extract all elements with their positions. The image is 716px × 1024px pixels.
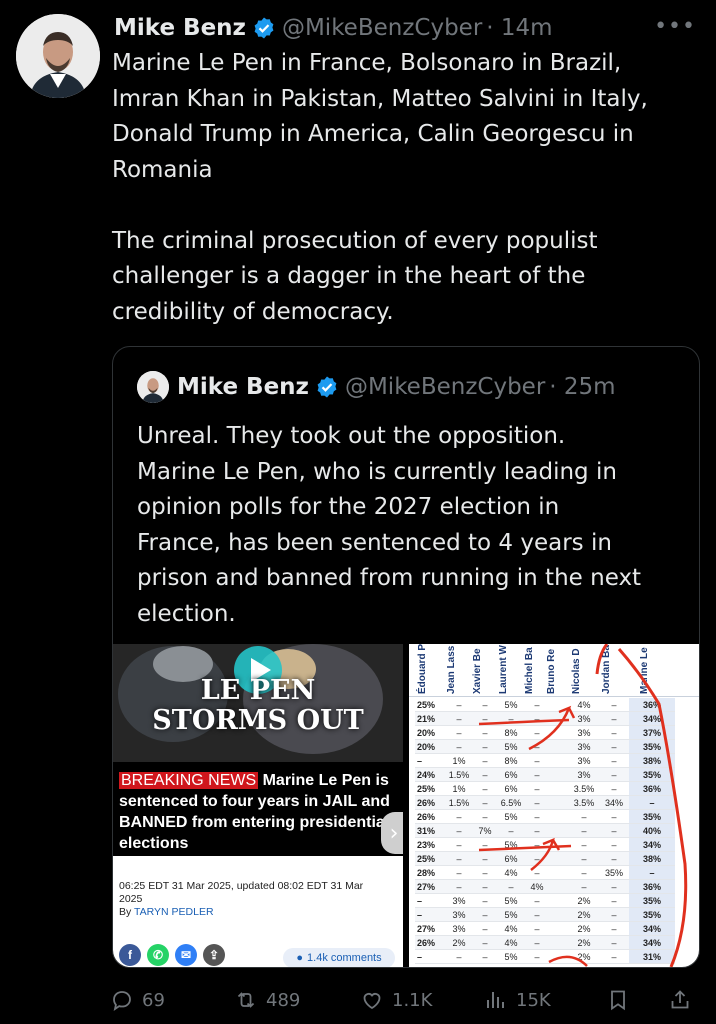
tweet-header: Mike Benz @MikeBenzCyber · 14m (114, 12, 553, 44)
repost-icon (237, 992, 255, 1008)
quoted-text: Unreal. They took out the opposition. Ma… (137, 423, 642, 627)
heart-icon (363, 993, 381, 1010)
media-poll-table[interactable]: Édouard P Jean Lass Xavier Be Laurent W Mich… (409, 644, 699, 967)
views-icon (487, 992, 504, 1008)
quoted-author-avatar (137, 371, 169, 403)
comments-label: 1.4k comments (307, 952, 382, 964)
breaking-label: BREAKING NEWS (119, 772, 259, 789)
quoted-header: Mike Benz @MikeBenzCyber · 25m (177, 369, 616, 405)
video-title: LE PEN STORMS OUT (113, 676, 403, 736)
reply-count: 69 (142, 989, 165, 1011)
author-handle[interactable]: @MikeBenzCyber (282, 15, 482, 41)
video-thumbnail[interactable]: LE PEN STORMS OUT (113, 644, 403, 762)
like-count: 1.1K (392, 989, 433, 1011)
quoted-tweet[interactable]: Mike Benz @MikeBenzCyber · 25m Unreal. T… (112, 346, 700, 968)
social-share-row: f ✆ ✉ ⇪ (119, 944, 225, 966)
facebook-icon[interactable]: f (119, 944, 141, 966)
like-button[interactable]: 1.1K (360, 982, 432, 1018)
messenger-icon[interactable]: ✉ (175, 944, 197, 966)
article-timestamp: 06:25 EDT 31 Mar 2025, updated 08:02 EDT… (119, 880, 364, 905)
quoted-handle: @MikeBenzCyber (344, 374, 546, 400)
quoted-time: · 25m (549, 374, 616, 400)
bookmark-icon (611, 990, 625, 1011)
verified-badge-icon (252, 16, 276, 40)
breaking-headline: BREAKING NEWS Marine Le Pen is sentenced… (119, 770, 401, 854)
share-button[interactable] (668, 982, 700, 1018)
tweet-actions: 69 489 1.1K 15K (110, 982, 706, 1018)
video-title-line1: LE PEN (200, 675, 316, 706)
article-meta: 06:25 EDT 31 Mar 2025, updated 08:02 EDT… (119, 880, 389, 919)
byline-prefix: By (119, 906, 134, 918)
reply-icon (113, 991, 131, 1012)
next-chevron-icon[interactable]: › (381, 812, 403, 854)
share-icon (671, 990, 689, 1009)
breaking-news-panel: BREAKING NEWS Marine Le Pen is sentenced… (113, 762, 403, 856)
views-button[interactable]: 15K (484, 982, 551, 1018)
author-name[interactable]: Mike Benz (114, 15, 246, 41)
reply-button[interactable]: 69 (110, 982, 165, 1018)
bookmark-button[interactable] (606, 982, 638, 1018)
share-icon[interactable]: ⇪ (203, 944, 225, 966)
verified-badge-icon (315, 375, 339, 399)
annotation-overlay (478, 644, 688, 967)
views-count: 15K (516, 989, 551, 1011)
more-options-icon[interactable]: ••• (654, 14, 696, 39)
media-news-article[interactable]: LE PEN STORMS OUT BREAKING NEWS Marine L… (113, 644, 403, 967)
comments-count[interactable]: ● 1.4k comments (283, 948, 395, 967)
tweet-text: Marine Le Pen in France, Bolsonaro in Br… (112, 50, 648, 325)
video-title-line2: STORMS OUT (152, 705, 364, 736)
article-byline: By TARYN PEDLER (119, 906, 389, 919)
author-avatar[interactable] (16, 14, 100, 98)
repost-count: 489 (266, 989, 301, 1011)
repost-button[interactable]: 489 (234, 982, 300, 1018)
quoted-author-name: Mike Benz (177, 374, 309, 400)
whatsapp-icon[interactable]: ✆ (147, 944, 169, 966)
byline-author: TARYN PEDLER (133, 906, 214, 918)
tweet-time[interactable]: · 14m (486, 15, 552, 41)
